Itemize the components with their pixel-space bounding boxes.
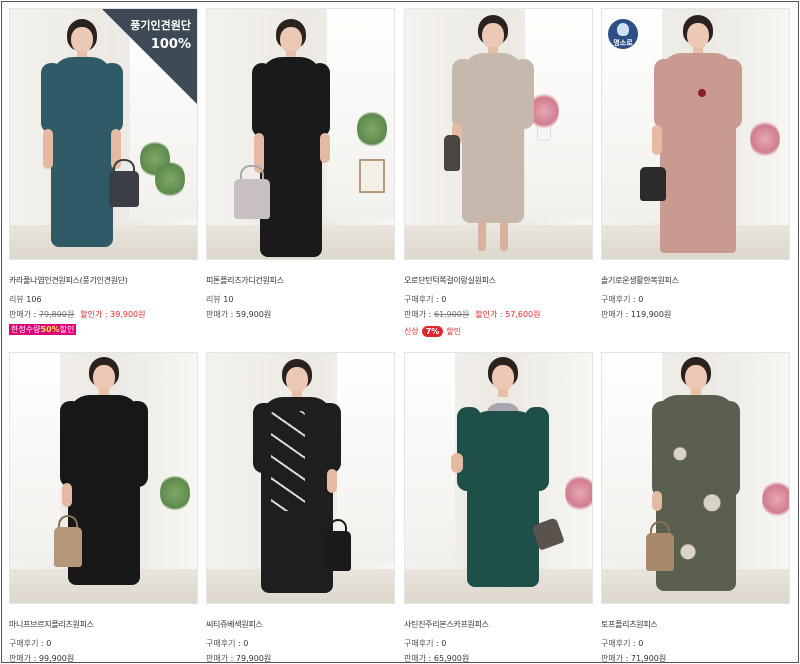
product-name[interactable]: 토프플리츠원피스: [601, 619, 790, 630]
product-name[interactable]: 카라풀나염인견원피스(풍기인견원단): [9, 275, 198, 286]
fabric-ribbon: 풍기인견원단 100%: [102, 9, 197, 104]
product-image[interactable]: [601, 352, 790, 604]
product-card[interactable]: 토프플리츠원피스 구매후기 : 0 판매가 : 71,900원: [601, 352, 790, 664]
product-card[interactable]: 씨티쥬베색원피스 구매후기 : 0 판매가 : 79,900원: [206, 352, 395, 664]
product-name[interactable]: 솔기로운생활한복원피스: [601, 275, 790, 286]
model-figure: [233, 19, 346, 259]
model-figure: [443, 357, 565, 602]
limited-sale-badge: 한정수량50%할인: [9, 324, 77, 335]
model-figure: [237, 359, 357, 603]
product-image[interactable]: [206, 352, 395, 604]
product-name[interactable]: 씨티쥬베색원피스: [206, 619, 395, 630]
product-image[interactable]: 명소로: [601, 8, 790, 260]
product-name[interactable]: 사틴진주리본스카프원피스: [404, 619, 593, 630]
model-figure: [438, 15, 548, 255]
product-meta: 리뷰 10 판매가 : 59,900원: [206, 295, 272, 319]
model-figure: [638, 15, 758, 255]
product-meta: 구매후기 : 0 판매가 : 61,900원 할인가 : 57,600원 신상 7%…: [404, 292, 593, 339]
product-card[interactable]: 마니프브르지플리츠원피스 구매후기 : 0 판매가 : 99,900원: [9, 352, 198, 664]
model-figure: [636, 357, 756, 602]
brand-seal: 명소로: [606, 17, 640, 51]
product-image[interactable]: [9, 352, 198, 604]
product-card[interactable]: 피톤플리츠가디건원피스 리뷰 10 판매가 : 59,900원: [206, 8, 395, 322]
product-meta: 리뷰 106 판매가 : 79,800원 할인가 : 39,900원 한정수량50…: [9, 295, 146, 335]
product-image[interactable]: [206, 8, 395, 260]
model-figure: [44, 357, 164, 602]
product-meta: 구매후기 : 0 판매가 : 119,900원: [601, 295, 672, 319]
product-card[interactable]: 명소로 솔기로운생활한복원피스 구매후기 : 0 판매가 : 119,900원: [601, 8, 790, 322]
new-sale-badge: 신상 7% 할인: [404, 326, 462, 337]
product-meta: 구매후기 : 0 판매가 : 65,900원: [404, 639, 470, 663]
product-meta: 구매후기 : 0 판매가 : 79,900원: [206, 639, 272, 663]
product-card[interactable]: 사틴진주리본스카프원피스 구매후기 : 0 판매가 : 65,900원: [404, 352, 593, 664]
product-image[interactable]: [404, 8, 593, 260]
product-image[interactable]: [404, 352, 593, 604]
product-meta: 구매후기 : 0 판매가 : 99,900원: [9, 639, 75, 663]
product-card[interactable]: 오로단턴턱쪽걸이랑실원피스 구매후기 : 0 판매가 : 61,900원 할인가 …: [404, 8, 593, 339]
product-name[interactable]: 마니프브르지플리츠원피스: [9, 619, 198, 630]
product-image[interactable]: 풍기인견원단 100%: [9, 8, 198, 260]
product-meta: 구매후기 : 0 판매가 : 71,900원: [601, 639, 667, 663]
product-name[interactable]: 오로단턴턱쪽걸이랑실원피스: [404, 275, 593, 286]
product-name[interactable]: 피톤플리츠가디건원피스: [206, 275, 395, 286]
product-card[interactable]: 풍기인견원단 100% 카라풀나염인견원피스(풍기인견원단) 리뷰 106 판매…: [9, 8, 198, 337]
